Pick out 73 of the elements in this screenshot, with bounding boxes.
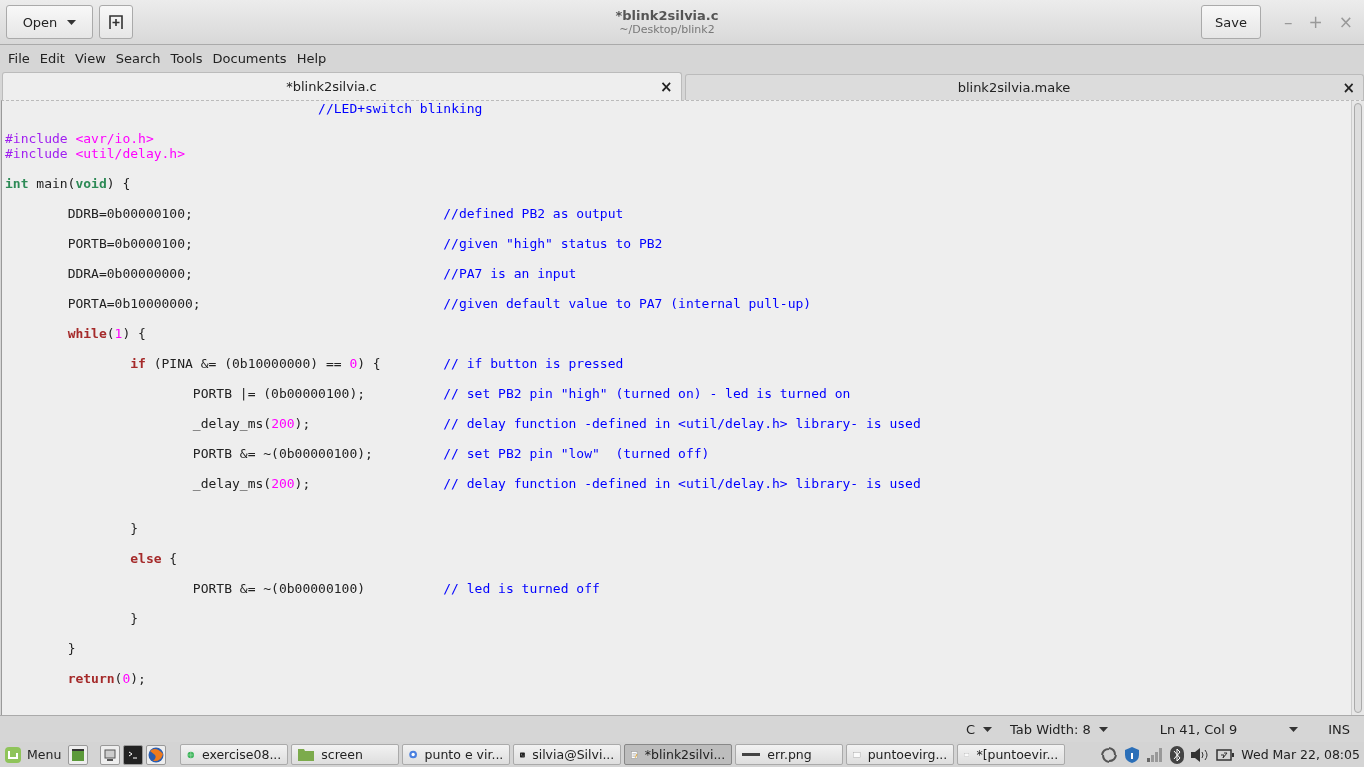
swirl-icon	[1101, 746, 1118, 763]
code-line: int main(void) {	[5, 176, 131, 191]
clock: Wed Mar 22, 08:05	[1241, 747, 1360, 762]
cursor-position: Ln 41, Col 9	[1159, 721, 1238, 737]
launcher-button[interactable]	[100, 744, 121, 765]
taskbar-window-button[interactable]: screen	[291, 744, 400, 765]
code-line: _delay_ms(200); // delay function -defined in <util/delay.h> library- is used	[191, 416, 921, 431]
folder-icon	[298, 748, 315, 761]
close-tab-button[interactable]: ×	[659, 77, 673, 96]
menu-item[interactable]: Edit	[35, 51, 69, 66]
signal-icon	[1147, 747, 1164, 762]
taskbar-window-button[interactable]: err.png	[735, 744, 844, 765]
code-line: DDRA=0b00000000; //PA7 is an input	[66, 266, 577, 281]
code-line: #include <util/delay.h>	[5, 146, 186, 161]
code-line: else {	[129, 551, 178, 566]
taskbar-window-button[interactable]: *[puntoevir...	[957, 744, 1066, 765]
code-line: PORTB &= ~(0b00000100) // led is turned off	[191, 581, 600, 596]
close-tab-button[interactable]: ×	[1342, 78, 1355, 97]
window-subtitle: ~/Desktop/blink2	[619, 23, 715, 36]
shield-icon	[1124, 745, 1141, 764]
volume-icon	[1191, 747, 1210, 762]
code-line: PORTB |= (0b00000100); // set PB2 pin "high" (turned on) - led is turned on	[191, 386, 851, 401]
code-line: if (PINA &= (0b10000000) == 0) { // if button is pressed	[129, 356, 624, 371]
code-line: return(0);	[66, 671, 146, 686]
desktop-icon	[72, 748, 85, 761]
code-line: PORTB=0b0000100; //given "high" status to PB2	[66, 236, 663, 251]
taskbar-window-button[interactable]: exercise08...	[180, 744, 289, 765]
taskbar-window-button[interactable]: *blink2silvi...	[624, 744, 733, 765]
menu-item[interactable]: Tools	[166, 51, 207, 66]
menu-item[interactable]: View	[70, 51, 110, 66]
new-document-icon	[109, 15, 123, 29]
new-tab-button[interactable]	[99, 5, 133, 39]
launcher-button[interactable]	[146, 744, 167, 765]
caret-icon	[67, 19, 77, 25]
caret-icon	[1098, 726, 1108, 732]
dropdown-caret[interactable]	[1289, 726, 1299, 732]
code-line: _delay_ms(200); // delay function -defined in <util/delay.h> library- is used	[191, 476, 921, 491]
taskbar-window-button[interactable]: puntoevirg...	[846, 744, 955, 765]
window-title: *blink2silvia.c	[615, 8, 719, 23]
menu-item[interactable]: Documents	[208, 51, 291, 66]
tab[interactable]: *blink2silvia.c ×	[2, 72, 682, 100]
menu-item[interactable]: Help	[292, 51, 331, 66]
logo-icon	[4, 745, 22, 764]
insert-mode: INS	[1328, 721, 1350, 737]
tab[interactable]: blink2silvia.make ×	[684, 74, 1364, 100]
taskbar-window-button[interactable]: silvia@Silvi...	[513, 744, 622, 765]
bluetooth-icon	[1170, 745, 1185, 764]
code-line: #include <avr/io.h>	[5, 131, 154, 146]
launcher-button[interactable]	[123, 744, 144, 765]
globe-icon	[148, 746, 165, 763]
open-button[interactable]: Open	[6, 5, 93, 39]
menu-item[interactable]: File	[4, 51, 34, 66]
dash-icon	[742, 752, 761, 757]
code-line: DDRB=0b00000100; //defined PB2 as output	[66, 206, 624, 221]
taskbar-window-button[interactable]: punto e vir...	[402, 744, 511, 765]
menu-item[interactable]: Search	[111, 51, 165, 66]
battery-icon	[1216, 748, 1235, 761]
code-line: while(1) {	[66, 326, 146, 341]
code-line: }	[66, 641, 76, 656]
monitor-icon	[104, 748, 117, 761]
code-line: //LED+switch blinking	[317, 101, 483, 116]
show-desktop-button[interactable]	[68, 744, 89, 765]
tab-width-dropdown[interactable]: Tab Width: 8	[1010, 721, 1108, 737]
scrollbar[interactable]	[1354, 103, 1362, 713]
code-line: PORTB &= ~(0b00000100); // set PB2 pin "low" (turned off)	[191, 446, 710, 461]
language-dropdown[interactable]: C	[965, 721, 992, 737]
code-line: }	[129, 611, 139, 626]
caret-icon	[1289, 726, 1299, 732]
caret-icon	[983, 726, 992, 732]
menu-button[interactable]: Menu	[4, 745, 62, 764]
code-line: }	[129, 521, 139, 536]
code-line: PORTA=0b10000000; //given default value to PA7 (internal pull-up)	[66, 296, 812, 311]
save-button[interactable]: Save	[1201, 5, 1261, 39]
